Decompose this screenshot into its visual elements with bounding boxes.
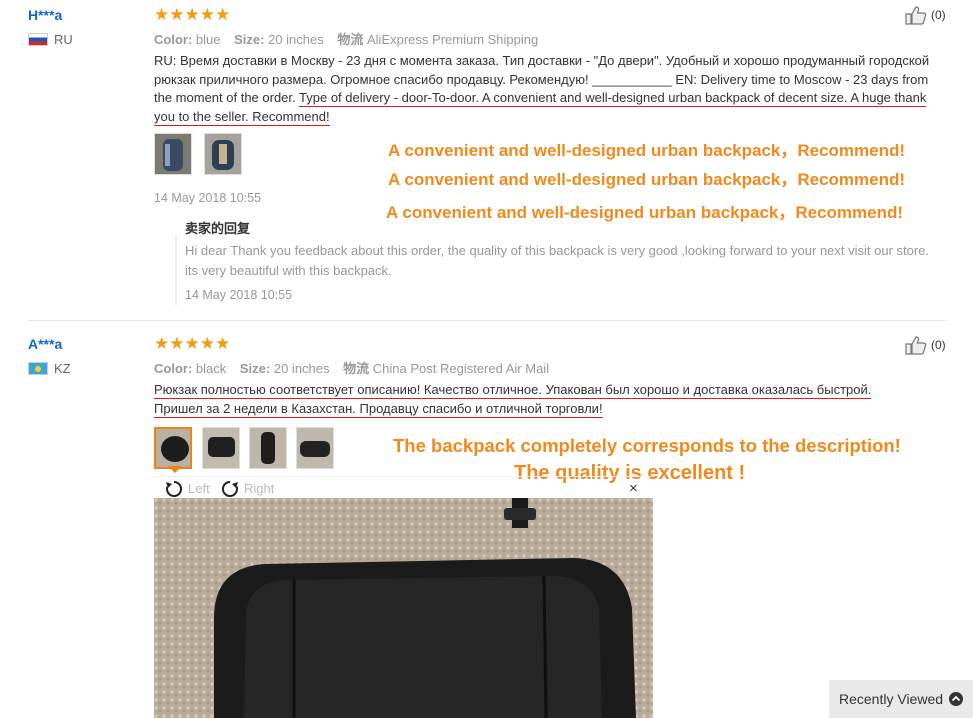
- country-code: KZ: [54, 361, 71, 376]
- annotation-note: A convenient and well-designed urban bac…: [388, 170, 906, 189]
- rotate-left-label: Left: [188, 480, 210, 496]
- review-text-line: Рюкзак полностью соответствует описанию!…: [154, 382, 872, 399]
- helpful-count: (0): [931, 338, 946, 352]
- annotation-note: The backpack completely corresponds to t…: [393, 435, 901, 456]
- reviewer-country: RU: [28, 32, 73, 47]
- thumb-pointer: [168, 466, 182, 473]
- helpful-button[interactable]: (0): [904, 5, 946, 25]
- helpful-count: (0): [931, 8, 946, 22]
- shipping-value: China Post Registered Air Mail: [372, 361, 550, 376]
- thumbs-up-icon: [905, 6, 927, 25]
- review-date: 14 May 2018 10:55: [154, 191, 262, 205]
- reply-divider: [175, 235, 177, 305]
- review-text-line: Пришел за 2 недели в Казахстан. Продавцу…: [154, 400, 603, 418]
- shipping-value: AliExpress Premium Shipping: [367, 32, 539, 47]
- color-value: blue: [195, 32, 221, 47]
- shipping-label: 物流: [343, 361, 370, 376]
- size-value: 20 inches: [273, 361, 330, 376]
- review-attributes: Color: blue Size: 20 inches 物流 AliExpres…: [154, 29, 548, 48]
- rotate-right-icon: [221, 480, 238, 497]
- backpack-photo: [297, 428, 333, 468]
- recently-viewed-label: Recently Viewed: [839, 691, 944, 707]
- helpful-button[interactable]: (0): [904, 335, 946, 355]
- reviewer-country: KZ: [28, 361, 71, 376]
- size-label: Size:: [239, 361, 271, 376]
- annotation-note: A convenient and well-designed urban bac…: [386, 203, 904, 222]
- backpack-photo: [205, 134, 241, 174]
- review-photo-thumb[interactable]: [202, 427, 240, 469]
- chevron-up-icon: [949, 692, 963, 706]
- color-label: Color:: [154, 32, 193, 47]
- seller-reply-title: 卖家的回复: [185, 221, 251, 236]
- review-text: Рюкзак полностью соответствует описанию!…: [154, 381, 944, 418]
- review-photo-thumb[interactable]: [296, 427, 334, 469]
- seller-reply-text: Hi dear Thank you feedback about this or…: [185, 243, 930, 278]
- rotate-left-button[interactable]: Left: [164, 479, 210, 497]
- review-photo-thumb[interactable]: [249, 427, 287, 469]
- size-label: Size:: [234, 32, 265, 47]
- review-text: RU: Время доставки в Москву - 23 дня с м…: [154, 52, 944, 126]
- reviewer-name[interactable]: H***a: [28, 7, 62, 23]
- star-rating: ★★★★★: [154, 5, 231, 24]
- review-photo-thumb-selected[interactable]: [154, 427, 192, 469]
- backpack-photo: [203, 428, 239, 468]
- close-viewer-button[interactable]: ×: [629, 480, 638, 497]
- enlarged-review-photo: [154, 498, 653, 718]
- review-photo-thumb[interactable]: [154, 133, 192, 175]
- flag-kz-icon: [28, 362, 48, 375]
- rotate-right-label: Right: [244, 480, 275, 496]
- star-rating: ★★★★★: [154, 334, 231, 353]
- rotate-right-button[interactable]: Right: [220, 479, 274, 497]
- backpack-photo: [155, 134, 191, 174]
- country-code: RU: [54, 32, 73, 47]
- reviewer-name[interactable]: A***a: [28, 336, 62, 352]
- color-value: black: [195, 361, 227, 376]
- flag-ru-icon: [28, 33, 48, 46]
- backpack-photo: [250, 428, 286, 468]
- backpack-photo: [156, 429, 190, 467]
- backpack-photo-large: [154, 498, 653, 718]
- shipping-label: 物流: [337, 32, 364, 47]
- thumbs-up-icon: [905, 336, 927, 355]
- seller-reply-date: 14 May 2018 10:55: [185, 288, 293, 302]
- recently-viewed-bar[interactable]: Recently Viewed: [829, 680, 973, 718]
- review-photo-thumb[interactable]: [204, 133, 242, 175]
- annotation-note: A convenient and well-designed urban bac…: [388, 141, 906, 160]
- color-label: Color:: [154, 361, 193, 376]
- review-divider: [28, 320, 946, 321]
- review-attributes: Color: black Size: 20 inches 物流 China Po…: [154, 358, 559, 377]
- size-value: 20 inches: [268, 32, 324, 47]
- rotate-left-icon: [166, 480, 183, 497]
